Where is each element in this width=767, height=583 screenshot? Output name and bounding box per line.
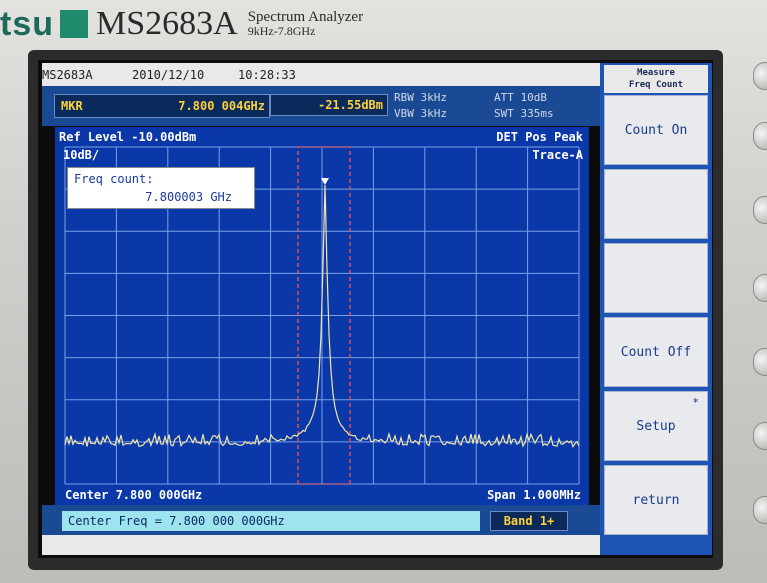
status-date: 2010/12/10 (132, 67, 205, 82)
softkey-title-line1: Measure (637, 68, 675, 78)
detector-mode: DET Pos Peak (496, 130, 583, 144)
return-softkey[interactable]: return (604, 465, 708, 535)
frequency-span: Span 1.000MHz (487, 488, 581, 502)
rbw-readout: RBW 3kHz (394, 91, 447, 104)
brand-logo: tsu (0, 4, 54, 43)
spectrum-display: Ref Level -10.00dBm 10dB/ DET Pos Peak T… (55, 127, 589, 505)
brand-model: MS2683A (96, 5, 238, 42)
center-freq-entry[interactable]: Center Freq = 7.800 000 000GHz (62, 511, 480, 531)
side-knob[interactable] (753, 122, 767, 150)
freq-count-title: Freq count: (74, 172, 154, 186)
brand-logo-square (60, 10, 88, 38)
entry-bar: Center Freq = 7.800 000 000GHz Band 1+ (42, 505, 600, 535)
brand-description-line1: Spectrum Analyzer (247, 9, 364, 25)
marker-label: MKR (61, 99, 83, 113)
softkey-label: Count Off (620, 344, 692, 360)
side-knob[interactable] (753, 422, 767, 450)
side-knob[interactable] (753, 196, 767, 224)
softkey-label: Setup (636, 418, 676, 434)
lower-status-strip (42, 535, 600, 555)
status-bar: MS2683A 2010/12/10 10:28:33 (42, 63, 600, 86)
status-time: 10:28:33 (238, 67, 296, 82)
blank-softkey-2[interactable] (604, 169, 708, 239)
trace-id: Trace-A (532, 148, 583, 162)
freq-count-value: 7.800003 GHz (145, 190, 232, 204)
softkey-label: Count On (624, 122, 688, 138)
band-indicator: Band 1+ (490, 511, 568, 531)
softkey-title-line2: Freq Count (628, 80, 684, 90)
center-frequency: Center 7.800 000GHz (65, 488, 203, 502)
softkey-label: return (632, 492, 680, 508)
setup-softkey[interactable]: * Setup (604, 391, 708, 461)
blank-softkey-3[interactable] (604, 243, 708, 313)
swt-readout: SWT 335ms (494, 107, 554, 120)
marker-info-panel: MKR 7.800 004GHz -21.55dBm RBW 3kHz VBW … (42, 86, 600, 126)
count-on-softkey[interactable]: Count On (604, 95, 708, 165)
status-model: MS2683A (42, 67, 93, 82)
scale-per-div: 10dB/ (63, 148, 100, 162)
marker-level: -21.55dBm (270, 94, 388, 116)
brand-description-line2: 9kHz-7.8GHz (247, 24, 316, 38)
ref-level: Ref Level -10.00dBm (59, 130, 197, 144)
marker-frequency-box: MKR 7.800 004GHz (54, 94, 270, 118)
att-readout: ATT 10dB (494, 91, 547, 104)
vbw-readout: VBW 3kHz (394, 107, 447, 120)
brand-description: Spectrum Analyzer 9kHz-7.8GHz (247, 9, 364, 39)
freq-count-readout: Freq count: 7.800003 GHz (67, 167, 255, 209)
softkey-menu-title: Measure Freq Count (604, 65, 708, 93)
softkey-panel: Measure Freq Count Count On Count Off * … (600, 63, 712, 555)
marker-frequency: 7.800 004GHz (178, 99, 265, 113)
side-knob[interactable] (753, 274, 767, 302)
side-knob[interactable] (753, 496, 767, 524)
brand-header: tsu MS2683A Spectrum Analyzer 9kHz-7.8GH… (0, 2, 363, 46)
side-knob[interactable] (753, 348, 767, 376)
submenu-star-icon: * (692, 396, 699, 409)
side-knob[interactable] (753, 62, 767, 90)
count-off-softkey[interactable]: Count Off (604, 317, 708, 387)
